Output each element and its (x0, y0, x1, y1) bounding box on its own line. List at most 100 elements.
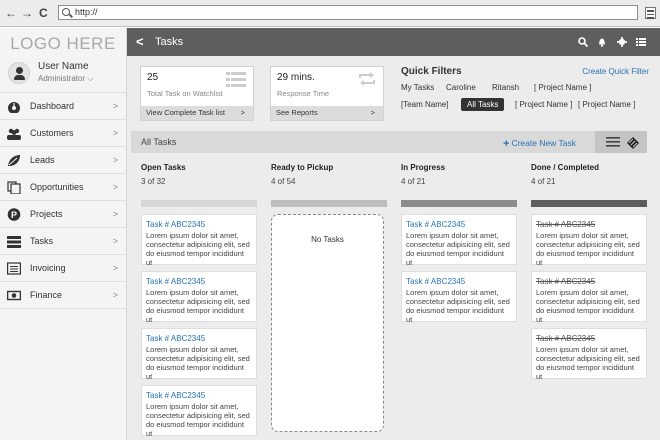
forward-arrow-icon[interactable]: → (21, 6, 33, 20)
header-bar: < Tasks (127, 28, 660, 56)
list-menu-icon[interactable] (636, 37, 646, 47)
money-icon (7, 290, 21, 301)
sidebar-item-label: Projects (30, 209, 63, 219)
sidebar-item-opportunities[interactable]: Opportunities > (0, 174, 126, 201)
search-icon[interactable] (578, 37, 588, 47)
sidebar-item-tasks[interactable]: Tasks > (0, 228, 126, 255)
sidebar-item-invoicing[interactable]: Invoicing > (0, 255, 126, 282)
logo: LOGO HERE (10, 34, 116, 53)
task-card[interactable]: Task # ABC2345 Lorem ipsum dolor sit amet… (141, 214, 257, 267)
task-card-completed[interactable]: Task # ABC2345 Lorem ipsum dolor sit amet… (531, 328, 647, 381)
sidebar-item-finance[interactable]: Finance > (0, 282, 126, 309)
watchlist-count: 25 (147, 72, 159, 83)
gear-icon[interactable] (617, 37, 627, 47)
empty-drop-zone[interactable]: No Tasks (271, 214, 384, 432)
filter-my-tasks[interactable]: My Tasks (401, 83, 434, 92)
filter-team-name[interactable]: [Team Name] (401, 100, 449, 109)
task-description: Lorem ipsum dolor sit amet, consectetur … (146, 288, 250, 324)
sidebar-item-label: Leads (30, 155, 55, 165)
users-icon (7, 128, 21, 140)
search-icon (62, 8, 70, 16)
task-title[interactable]: Task # ABC2345 (146, 334, 252, 343)
chevron-right-icon: > (112, 182, 118, 192)
column-status-bar (531, 200, 647, 207)
filter-all-tasks[interactable]: All Tasks (461, 98, 505, 111)
task-title[interactable]: Task # ABC2345 (406, 220, 512, 229)
column-title: Open Tasks (141, 163, 186, 172)
board-view-icon[interactable] (626, 135, 640, 149)
p-circle-icon: P (7, 208, 21, 221)
list-view-icon[interactable] (606, 137, 620, 147)
task-title[interactable]: Task # ABC2345 (406, 277, 512, 286)
task-description: Lorem ipsum dolor sit amet, consectetur … (146, 231, 250, 267)
filter-ritansh[interactable]: Ritansh (492, 83, 519, 92)
see-reports-link[interactable]: See Reports > (271, 106, 383, 120)
column-status-bar (401, 200, 517, 207)
task-title[interactable]: Task # ABC2345 (146, 277, 252, 286)
task-title[interactable]: Task # ABC2345 (146, 220, 252, 229)
task-card-completed[interactable]: Task # ABC2345 Lorem ipsum dolor sit amet… (531, 271, 647, 324)
sidebar-item-label: Opportunities (30, 182, 84, 192)
chevron-right-icon: > (112, 101, 118, 111)
filter-caroline[interactable]: Caroline (446, 83, 476, 92)
filter-project-name[interactable]: [ Project Name ] (578, 100, 635, 109)
view-task-list-link[interactable]: View Complete Task list > (141, 106, 253, 120)
browser-menu-icon[interactable] (645, 7, 656, 19)
all-tasks-label: All Tasks (141, 137, 177, 147)
sidebar-item-leads[interactable]: Leads > (0, 147, 126, 174)
task-title[interactable]: Task # ABC2345 (536, 334, 642, 343)
user-profile[interactable]: User Name Administrator ⌵ (0, 60, 126, 92)
task-description: Lorem ipsum dolor sit amet, consectetur … (146, 402, 250, 438)
back-chevron-icon[interactable]: < (136, 34, 144, 49)
sidebar-item-projects[interactable]: P Projects > (0, 201, 126, 228)
task-title[interactable]: Task # ABC2345 (536, 277, 642, 286)
column-title: In Progress (401, 163, 446, 172)
column-header-ready: Ready to Pickup 4 of 54 (271, 163, 333, 186)
task-title[interactable]: Task # ABC2345 (536, 220, 642, 229)
response-time-card: 29 mins. Response Time See Reports > (270, 66, 384, 121)
sidebar-item-dashboard[interactable]: Dashboard > (0, 93, 126, 120)
task-card[interactable]: Task # ABC2345 Lorem ipsum dolor sit amet… (401, 214, 517, 267)
column-title: Ready to Pickup (271, 163, 334, 172)
chevron-right-icon: > (370, 108, 375, 117)
quick-filters-title: Quick Filters (401, 66, 462, 77)
column-count: 4 of 21 (531, 177, 556, 186)
task-description: Lorem ipsum dolor sit amet, consectetur … (406, 288, 510, 324)
create-new-task-button[interactable]: + Create New Task (503, 137, 576, 150)
address-bar[interactable]: http:// (58, 5, 638, 20)
task-card[interactable]: Task # ABC2345 Lorem ipsum dolor sit amet… (141, 271, 257, 324)
column-header-done: Done / Completed 4 of 21 (531, 163, 599, 186)
leaf-icon (8, 155, 20, 166)
tasks-icon (7, 236, 21, 248)
bell-icon[interactable] (597, 37, 607, 47)
filter-project-name[interactable]: [ Project Name ] (515, 100, 572, 109)
sidebar-item-label: Invoicing (30, 263, 66, 273)
task-title[interactable]: Task # ABC2345 (146, 391, 252, 400)
watchlist-caption: Total Task on Watchlist (147, 89, 223, 98)
see-reports-label: See Reports (276, 108, 318, 117)
column-header-in-progress: In Progress 4 of 21 (401, 163, 445, 186)
column-status-bar (271, 200, 387, 207)
dashboard-icon (8, 102, 20, 113)
task-card-completed[interactable]: Task # ABC2345 Lorem ipsum dolor sit amet… (531, 214, 647, 267)
quick-filters: Quick Filters Create Quick Filter My Tas… (401, 64, 651, 124)
task-card[interactable]: Task # ABC2345 Lorem ipsum dolor sit amet… (401, 271, 517, 324)
svg-text:P: P (11, 210, 17, 220)
chevron-right-icon: > (112, 263, 118, 273)
column-count: 4 of 54 (271, 177, 296, 186)
back-arrow-icon[interactable]: ← (5, 6, 17, 20)
task-card[interactable]: Task # ABC2345 Lorem ipsum dolor sit amet… (141, 328, 257, 381)
chevron-right-icon: > (240, 108, 245, 117)
watchlist-card: 25 Total Task on Watchlist View Complete… (140, 66, 254, 121)
view-task-list-label: View Complete Task list (146, 108, 225, 117)
task-card[interactable]: Task # ABC2345 Lorem ipsum dolor sit amet… (141, 385, 257, 438)
chevron-right-icon: > (112, 290, 118, 300)
column-status-bar (141, 200, 257, 207)
create-quick-filter-link[interactable]: Create Quick Filter (582, 67, 649, 76)
reload-icon[interactable]: C (39, 6, 48, 20)
filter-project-name[interactable]: [ Project Name ] (534, 83, 591, 92)
response-time-value: 29 mins. (277, 72, 315, 83)
sidebar-item-customers[interactable]: Customers > (0, 120, 126, 147)
user-role[interactable]: Administrator ⌵ (38, 74, 93, 84)
sidebar-item-label: Dashboard (30, 101, 75, 111)
